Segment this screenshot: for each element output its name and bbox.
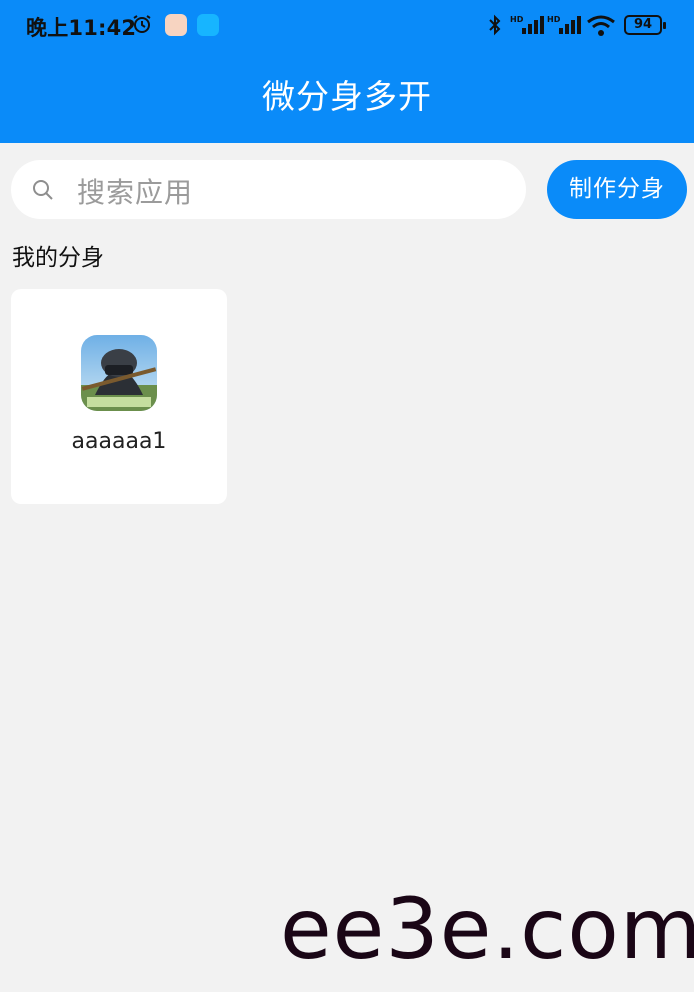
signal-hd-icon: HD (547, 15, 581, 34)
game-app-icon (81, 335, 157, 411)
page-title: 微分身多开 (262, 77, 432, 116)
search-input[interactable]: 搜索应用 (11, 160, 526, 219)
bluetooth-icon (489, 14, 501, 36)
chat-icon (197, 14, 219, 36)
search-icon (33, 180, 53, 200)
battery-icon: 94 (624, 15, 666, 35)
clone-name: aaaaaa1 (71, 429, 167, 454)
svg-text:HD: HD (510, 15, 524, 24)
clone-card[interactable]: aaaaaa1 (11, 289, 227, 504)
svg-text:HD: HD (547, 15, 561, 24)
make-clone-button[interactable]: 制作分身 (547, 160, 687, 219)
app-header: 晚上11:42 HD HD 94 微分身多开 (0, 0, 694, 143)
section-title-my-clones: 我的分身 (12, 245, 104, 271)
signal-hd-icon: HD (510, 15, 544, 34)
status-time: 晚上11:42 (26, 16, 137, 40)
wifi-icon (587, 15, 615, 36)
alarm-icon (133, 15, 151, 33)
app-icon (165, 14, 187, 36)
status-bar: 晚上11:42 HD HD 94 (0, 0, 694, 52)
watermark-text: ee3e.com (280, 880, 694, 978)
search-placeholder: 搜索应用 (77, 176, 194, 209)
